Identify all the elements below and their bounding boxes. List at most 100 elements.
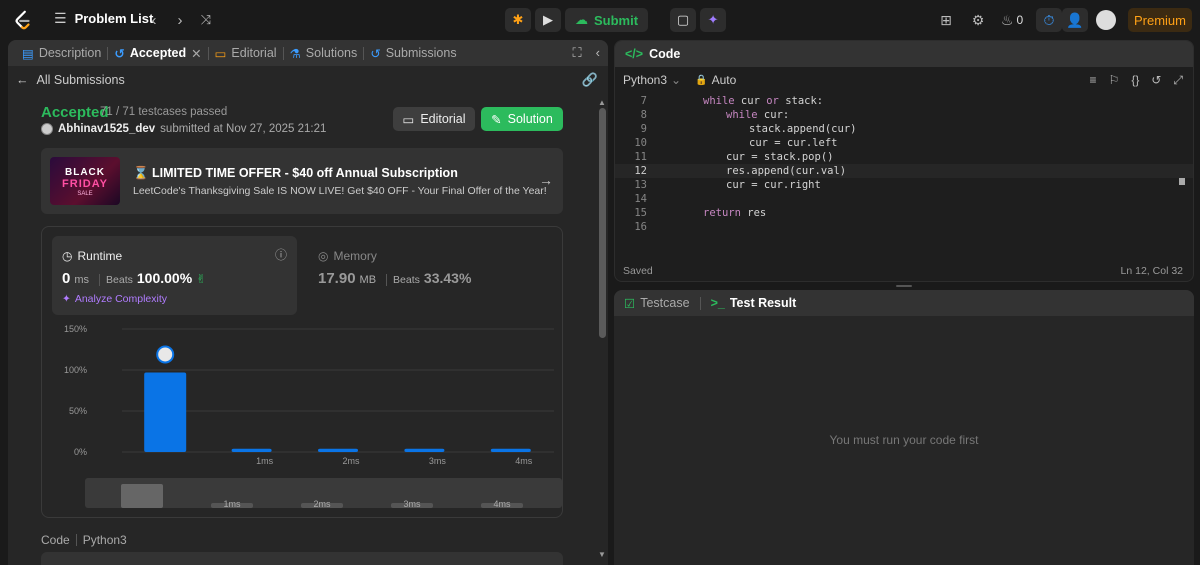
line-number: 8 (640, 109, 647, 121)
x-tick-label: 3ms (429, 456, 447, 466)
avatar[interactable] (1096, 10, 1116, 30)
code-panel-title: Code (649, 47, 681, 61)
x-tick-label: 1ms (256, 456, 274, 466)
language-select[interactable]: Python3 ⌄ (623, 73, 681, 87)
promo-banner[interactable]: BLACK FRIDAY SALE ⌛ LIMITED TIME OFFER -… (41, 148, 563, 214)
code-line[interactable]: 15 return res (615, 206, 1193, 220)
reset-icon[interactable]: ↺ (1151, 73, 1161, 88)
code-line[interactable]: 16 (615, 220, 1193, 234)
top-bar: ☰ Problem List ‹ › ⤨ ✱ ▶ ☁ Submit ▢ ✦ ⊞ … (0, 0, 1200, 40)
scroll-up-icon[interactable]: ▲ (598, 98, 606, 107)
debug-button[interactable]: ✱ (505, 8, 531, 32)
logo-icon[interactable] (12, 9, 34, 31)
code-line[interactable]: 14 (615, 192, 1193, 206)
link-icon[interactable]: 🔗 (582, 72, 598, 88)
shuffle-icon[interactable]: ⤨ (196, 10, 216, 30)
problem-list-link[interactable]: ☰ Problem List (54, 10, 153, 27)
chart-bar (318, 448, 358, 452)
bookmark-icon[interactable]: ⚐ (1109, 73, 1120, 88)
code-preview (41, 552, 563, 565)
flask-icon: ⚗ (289, 46, 301, 61)
prev-icon[interactable]: ‹ (144, 10, 164, 30)
layout-icon[interactable]: ⊞ (938, 8, 954, 32)
scrollbar-thumb[interactable] (599, 108, 606, 338)
timer-button[interactable]: ⏱ (1036, 8, 1062, 32)
chart-bar (144, 372, 187, 452)
edit-icon: ✎ (491, 112, 502, 127)
run-button[interactable]: ▶ (535, 8, 561, 32)
description-icon: ▤ (22, 46, 34, 61)
expand-icon[interactable]: ⛶ (573, 45, 582, 61)
code-text: while cur or stack: (703, 95, 824, 107)
history-icon: ↺ (370, 46, 381, 61)
tab-submissions[interactable]: ↺ Submissions (364, 40, 462, 66)
editorial-button[interactable]: ▭ Editorial (393, 107, 475, 131)
add-user-button[interactable]: 👤 (1062, 8, 1088, 32)
code-area[interactable]: 7 while cur or stack: 8 while cur: 9 stack.ap… (615, 94, 1193, 234)
panel-resize-handle[interactable] (896, 285, 912, 287)
username[interactable]: Abhinav1525_dev (58, 123, 155, 135)
code-line[interactable]: 9 stack.append(cur) (615, 122, 1193, 136)
tab-testcase[interactable]: ☑ Testcase (624, 296, 690, 311)
solution-button-label: Solution (507, 112, 553, 126)
scroll-down-icon[interactable]: ▼ (598, 550, 606, 559)
code-line[interactable]: 7 while cur or stack: (615, 94, 1193, 108)
submitter-line: Abhinav1525_dev submitted at Nov 27, 202… (41, 123, 326, 135)
tab-description[interactable]: ▤ Description (16, 40, 107, 66)
streak-counter[interactable]: ♨ 0 (998, 8, 1026, 32)
settings-icon[interactable]: ⚙ (970, 8, 986, 32)
tab-solutions-label: Solutions (305, 46, 358, 60)
line-number: 10 (634, 137, 647, 149)
code-line[interactable]: 13 cur = cur.right (615, 178, 1193, 192)
fullscreen-icon[interactable]: ⤢ (1173, 73, 1183, 88)
solution-button[interactable]: ✎ Solution (481, 107, 563, 131)
scrollbar[interactable]: ▲ ▼ (598, 98, 606, 563)
code-panel-header: </> Code (615, 41, 1193, 67)
y-tick-label: 150% (64, 324, 87, 334)
tab-accepted[interactable]: ↺ Accepted ✕ (108, 40, 207, 66)
save-status: Saved (623, 265, 653, 277)
code-language: Python3 (82, 533, 127, 547)
code-text: while cur: (726, 109, 790, 121)
all-submissions-label: All Submissions (36, 73, 125, 87)
code-line[interactable]: 12 res.append(cur.val) (615, 164, 1193, 178)
tab-editorial-label: Editorial (231, 46, 277, 60)
promo-title: ⌛ LIMITED TIME OFFER - $40 off Annual Su… (133, 166, 458, 180)
arrow-right-icon[interactable]: → (539, 172, 553, 188)
line-number: 7 (640, 95, 647, 107)
tab-test-result[interactable]: >_ Test Result (711, 296, 797, 310)
sparkle-icon: ✦ (707, 12, 719, 27)
code-editor-panel: </> Code Python3 ⌄ 🔒 Auto ≡ ⚐ {} ↺ ⤢ 7 wh… (614, 40, 1194, 282)
code-text: return res (703, 207, 767, 219)
tab-solutions[interactable]: ⚗ Solutions (284, 40, 364, 66)
line-number: 12 (634, 165, 647, 177)
code-text: cur = stack.pop() (726, 151, 834, 163)
line-number: 11 (634, 151, 647, 163)
premium-button[interactable]: Premium (1128, 8, 1192, 32)
overview-tick-label: 4ms (493, 499, 511, 509)
collapse-icon[interactable]: ‹ (596, 45, 600, 61)
chevron-down-icon: ⌄ (671, 73, 682, 87)
code-line[interactable]: 10 cur = cur.left (615, 136, 1193, 150)
chart-bar (490, 448, 531, 452)
braces-icon[interactable]: {} (1131, 73, 1139, 88)
close-icon[interactable]: ✕ (191, 46, 201, 61)
code-line[interactable]: 11 cur = stack.pop() (615, 150, 1193, 164)
auto-toggle[interactable]: 🔒 Auto (695, 73, 736, 87)
next-icon[interactable]: › (170, 10, 190, 30)
lock-icon: 🔒 (695, 74, 708, 86)
format-icon[interactable]: ≡ (1090, 73, 1097, 88)
tab-editorial[interactable]: ▭ Editorial (209, 40, 283, 66)
submit-button[interactable]: ☁ Submit (565, 8, 649, 32)
ai-button[interactable]: ✦ (700, 8, 727, 32)
history-icon: ↺ (114, 46, 125, 61)
note-button[interactable]: ▢ (670, 8, 697, 32)
book-icon: ▭ (214, 46, 227, 61)
user-avatar[interactable] (41, 123, 53, 135)
left-tabs: ▤ Description ↺ Accepted ✕ ▭ Editorial ⚗… (8, 40, 608, 66)
promo-image-line3: SALE (77, 191, 93, 197)
code-line[interactable]: 8 while cur: (615, 108, 1193, 122)
code-icon: </> (625, 47, 644, 61)
line-number: 14 (634, 193, 647, 205)
all-submissions-link[interactable]: ← All Submissions (16, 72, 125, 88)
